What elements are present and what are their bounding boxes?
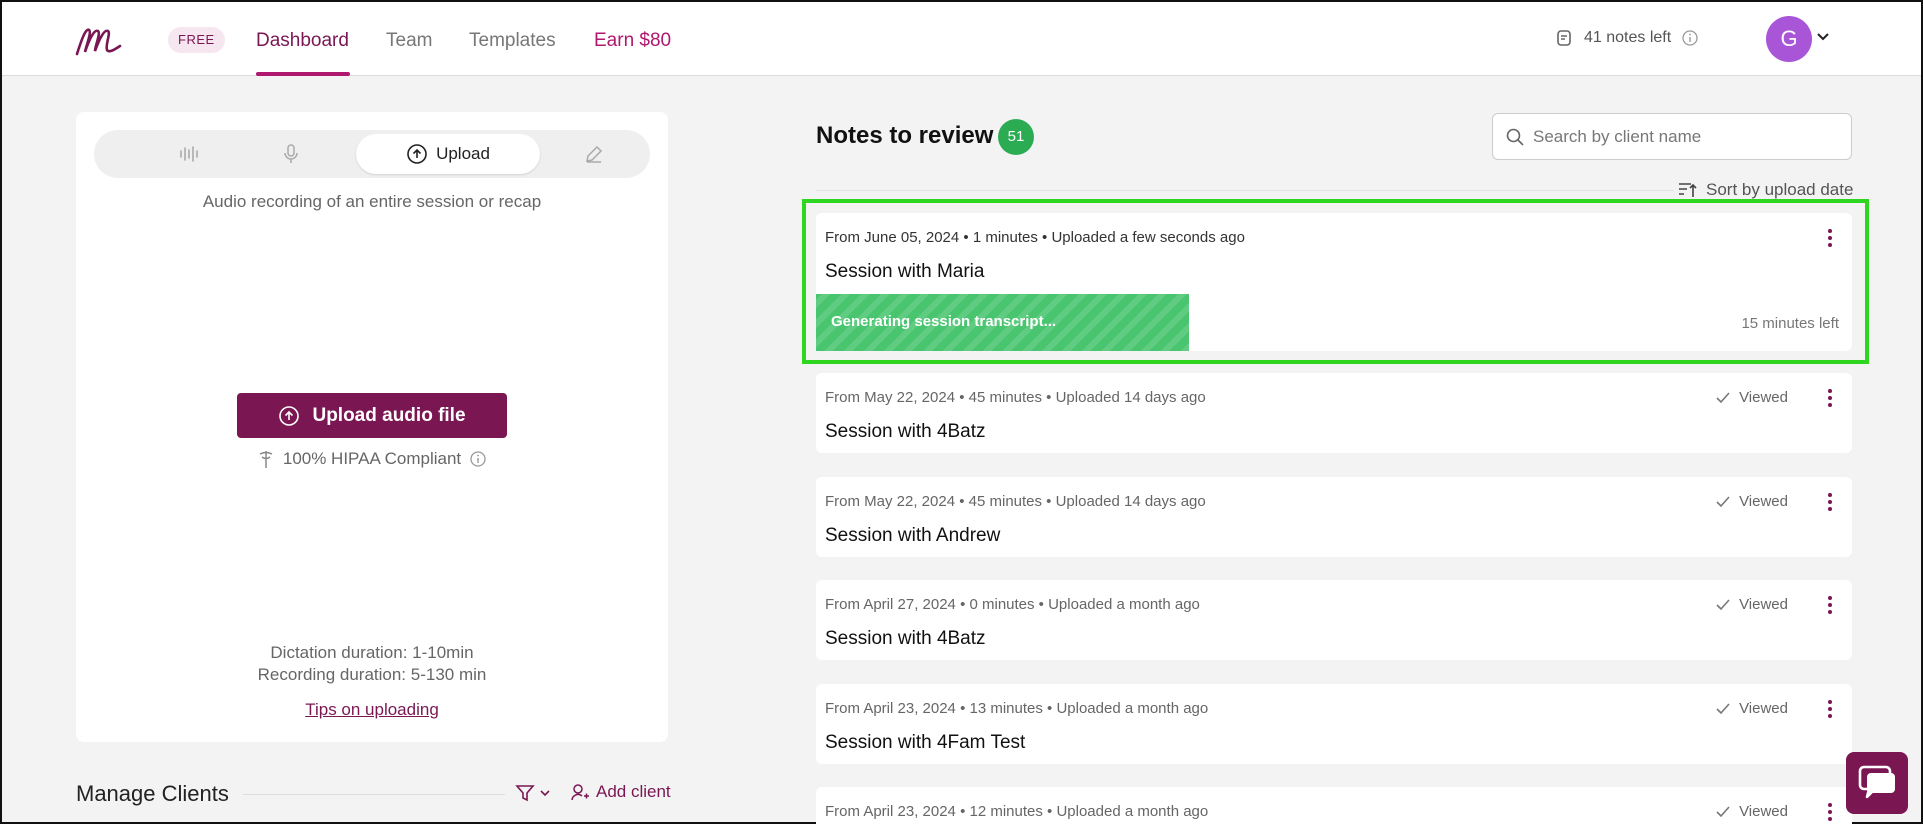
time-remaining: 15 minutes left bbox=[1741, 315, 1839, 332]
hipaa-notice: 100% HIPAA Compliant bbox=[76, 449, 668, 469]
recording-duration: Recording duration: 5-130 min bbox=[257, 665, 487, 684]
more-options-icon[interactable] bbox=[1820, 226, 1840, 250]
tab-dictate[interactable] bbox=[226, 134, 356, 174]
note-card[interactable]: From April 27, 2024 • 0 minutes • Upload… bbox=[816, 580, 1852, 660]
waveform-icon bbox=[180, 146, 198, 162]
filter-icon bbox=[515, 785, 535, 802]
hipaa-text: 100% HIPAA Compliant bbox=[282, 449, 462, 468]
note-card[interactable]: From April 23, 2024 • 12 minutes • Uploa… bbox=[816, 787, 1852, 824]
note-card[interactable]: From June 05, 2024 • 1 minutes • Uploade… bbox=[816, 213, 1852, 351]
notes-count-badge: 51 bbox=[998, 119, 1034, 155]
more-options-icon[interactable] bbox=[1820, 386, 1840, 410]
note-meta: From May 22, 2024 • 45 minutes • Uploade… bbox=[825, 493, 1206, 510]
note-card[interactable]: From April 23, 2024 • 13 minutes • Uploa… bbox=[816, 684, 1852, 764]
note-title: Session with Maria bbox=[825, 261, 985, 282]
note-title: Session with Andrew bbox=[825, 525, 1001, 546]
app-logo[interactable] bbox=[74, 20, 126, 58]
viewed-label: Viewed bbox=[1739, 389, 1788, 406]
plan-badge: FREE bbox=[168, 27, 225, 53]
add-user-icon bbox=[571, 784, 589, 801]
tab-upload[interactable]: Upload bbox=[356, 134, 540, 174]
dictation-duration: Dictation duration: 1-10min bbox=[270, 643, 474, 662]
search-input[interactable] bbox=[1533, 126, 1833, 147]
note-title: Session with 4Batz bbox=[825, 421, 986, 442]
check-icon bbox=[1716, 805, 1730, 817]
nav-templates[interactable]: Templates bbox=[469, 30, 556, 52]
top-navigation-bar: FREE Dashboard Team Templates Earn $80 4… bbox=[2, 2, 1921, 76]
viewed-status: Viewed bbox=[1715, 803, 1788, 820]
viewed-label: Viewed bbox=[1739, 700, 1788, 717]
tab-write[interactable] bbox=[546, 134, 642, 174]
sort-by-upload-date-button[interactable]: Sort by upload date bbox=[1674, 180, 1854, 200]
user-avatar[interactable]: G bbox=[1766, 16, 1812, 62]
notes-to-review-heading: Notes to review bbox=[816, 122, 994, 149]
note-meta: From June 05, 2024 • 1 minutes • Uploade… bbox=[825, 229, 1245, 246]
note-meta: From May 22, 2024 • 45 minutes • Uploade… bbox=[825, 389, 1206, 406]
viewed-status: Viewed bbox=[1715, 596, 1788, 613]
note-title: Session with 4Fam Test bbox=[825, 732, 1026, 753]
more-options-icon[interactable] bbox=[1820, 593, 1840, 617]
viewed-status: Viewed bbox=[1715, 493, 1788, 510]
info-icon[interactable] bbox=[469, 450, 487, 468]
upload-circle-icon bbox=[279, 405, 300, 426]
chat-support-button[interactable] bbox=[1846, 752, 1908, 814]
pencil-icon bbox=[586, 145, 603, 163]
viewed-label: Viewed bbox=[1739, 803, 1788, 820]
note-card[interactable]: From May 22, 2024 • 45 minutes • Uploade… bbox=[816, 373, 1852, 453]
progress-status: Generating session transcript... bbox=[831, 313, 1057, 330]
duration-limits: Dictation duration: 1-10min Recording du… bbox=[76, 642, 668, 686]
add-client-button[interactable]: Add client bbox=[570, 782, 671, 802]
manage-clients-heading: Manage Clients bbox=[76, 781, 229, 806]
check-icon bbox=[1716, 702, 1730, 714]
chevron-down-icon[interactable] bbox=[1817, 32, 1829, 42]
tab-upload-label: Upload bbox=[436, 144, 490, 163]
viewed-label: Viewed bbox=[1739, 493, 1788, 510]
upload-circle-icon bbox=[407, 144, 427, 164]
add-client-label: Add client bbox=[596, 782, 671, 801]
client-filter-button[interactable] bbox=[514, 782, 550, 804]
check-icon bbox=[1716, 391, 1730, 403]
microphone-icon bbox=[284, 144, 298, 163]
viewed-status: Viewed bbox=[1715, 389, 1788, 406]
caduceus-icon bbox=[259, 451, 273, 468]
tips-on-uploading-link[interactable]: Tips on uploading bbox=[76, 700, 668, 720]
note-title: Session with 4Batz bbox=[825, 628, 986, 649]
upload-panel: Upload Audio recording of an entire sess… bbox=[76, 112, 668, 742]
search-icon bbox=[1506, 128, 1524, 146]
nav-dashboard[interactable]: Dashboard bbox=[256, 30, 349, 52]
upload-audio-button[interactable]: Upload audio file bbox=[237, 393, 507, 438]
notes-left-indicator: 41 notes left bbox=[1554, 28, 1699, 48]
note-meta: From April 23, 2024 • 13 minutes • Uploa… bbox=[825, 700, 1209, 717]
divider bbox=[243, 794, 505, 795]
viewed-label: Viewed bbox=[1739, 596, 1788, 613]
nav-team[interactable]: Team bbox=[386, 30, 432, 52]
input-mode-selector: Upload bbox=[94, 130, 650, 178]
transcription-progress-bar: Generating session transcript... bbox=[816, 294, 1189, 351]
sort-icon bbox=[1679, 183, 1697, 197]
note-meta: From April 23, 2024 • 12 minutes • Uploa… bbox=[825, 803, 1209, 820]
upload-description: Audio recording of an entire session or … bbox=[202, 192, 542, 211]
upload-audio-label: Upload audio file bbox=[312, 404, 466, 426]
client-search-box[interactable] bbox=[1492, 113, 1852, 160]
active-tab-indicator bbox=[256, 72, 350, 76]
more-options-icon[interactable] bbox=[1820, 490, 1840, 514]
check-icon bbox=[1716, 598, 1730, 610]
note-card[interactable]: From May 22, 2024 • 45 minutes • Uploade… bbox=[816, 477, 1852, 557]
sort-label: Sort by upload date bbox=[1706, 180, 1854, 199]
notes-quota-icon bbox=[1557, 30, 1571, 46]
chevron-down-icon bbox=[540, 790, 550, 797]
chat-icon bbox=[1858, 765, 1895, 799]
check-icon bbox=[1716, 495, 1730, 507]
more-options-icon[interactable] bbox=[1820, 697, 1840, 721]
viewed-status: Viewed bbox=[1715, 700, 1788, 717]
note-meta: From April 27, 2024 • 0 minutes • Upload… bbox=[825, 596, 1200, 613]
more-options-icon[interactable] bbox=[1820, 800, 1840, 824]
nav-earn-referral[interactable]: Earn $80 bbox=[594, 30, 671, 52]
notes-left-text: 41 notes left bbox=[1584, 29, 1672, 46]
info-icon[interactable] bbox=[1681, 29, 1699, 47]
